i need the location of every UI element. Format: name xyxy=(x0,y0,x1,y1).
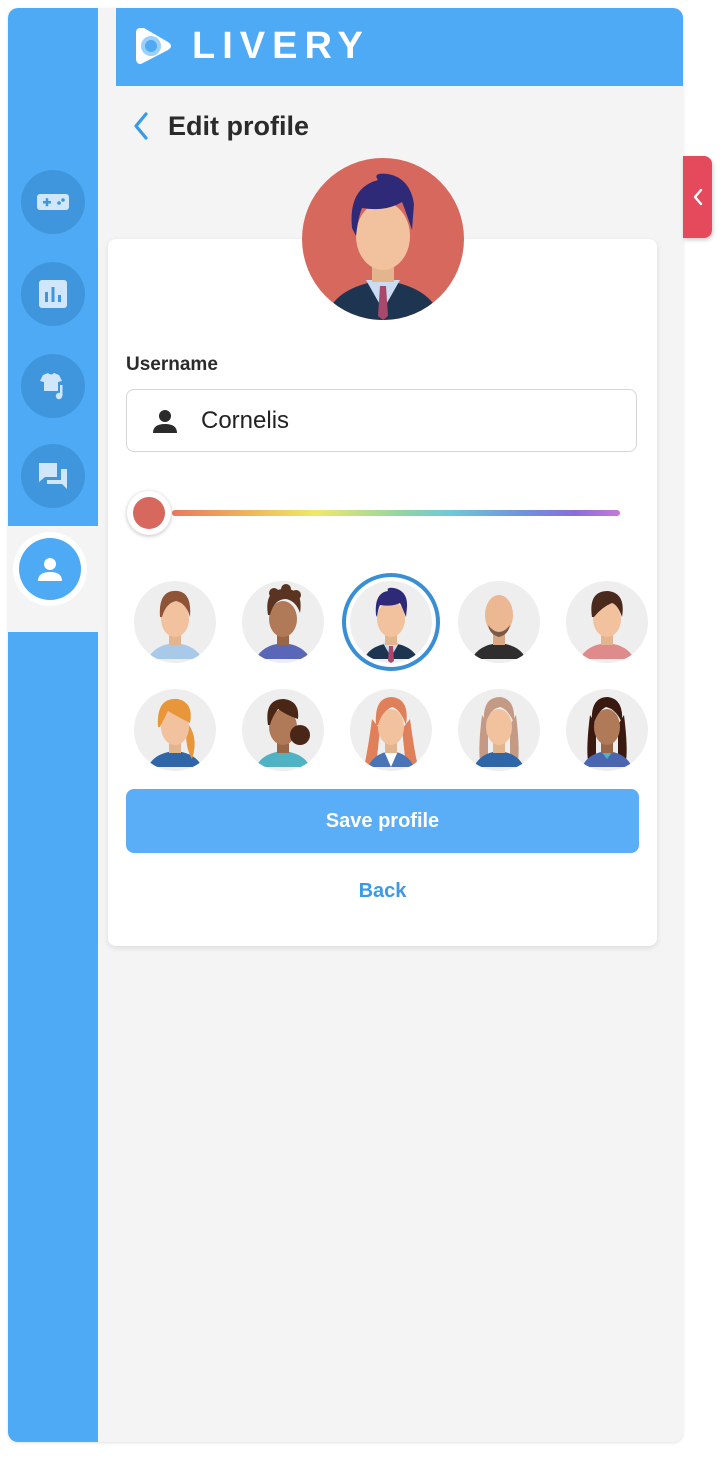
avatar-female-long-hair-icon xyxy=(474,697,524,767)
username-value: Cornelis xyxy=(201,406,290,434)
avatar-male-pink-shirt-icon xyxy=(580,591,634,659)
nav-profile-button[interactable] xyxy=(13,532,87,606)
username-input[interactable]: Cornelis xyxy=(126,389,637,452)
livery-logo-icon xyxy=(136,28,171,64)
person-icon xyxy=(151,407,179,435)
avatar-male-bald-beard-icon xyxy=(472,595,526,659)
avatar-option-7[interactable] xyxy=(242,689,324,771)
avatar-female-dark-hair-icon xyxy=(582,697,632,767)
color-slider-track[interactable] xyxy=(172,510,620,516)
avatar-option-3-selected[interactable] xyxy=(350,581,432,663)
nav-games-button[interactable] xyxy=(21,170,85,234)
avatar-option-10[interactable] xyxy=(566,689,648,771)
avatar-female-ginger-icon xyxy=(148,698,202,767)
avatar-option-4[interactable] xyxy=(458,581,540,663)
avatar-option-1[interactable] xyxy=(134,581,216,663)
nav-merchandise-button[interactable] xyxy=(21,354,85,418)
avatar-male-light-hair-icon xyxy=(148,590,202,659)
chevron-left-icon xyxy=(693,188,702,206)
avatar-option-9[interactable] xyxy=(458,689,540,771)
gamepad-icon xyxy=(37,194,69,210)
avatar-male-curly-hair-icon xyxy=(256,584,310,659)
selected-color-swatch xyxy=(133,497,165,529)
back-link[interactable]: Back xyxy=(126,880,639,903)
color-slider-thumb[interactable] xyxy=(127,491,171,535)
username-label: Username xyxy=(126,354,218,375)
app-header: LIVERY xyxy=(116,8,683,86)
avatar-option-5[interactable] xyxy=(566,581,648,663)
avatar-male-suit-icon xyxy=(330,173,436,320)
avatar-option-6[interactable] xyxy=(134,689,216,771)
current-avatar xyxy=(302,158,464,320)
avatar-male-suit-icon xyxy=(364,587,418,663)
collapse-panel-tab[interactable] xyxy=(683,156,712,238)
avatar-female-red-hair-icon xyxy=(364,697,418,767)
person-icon xyxy=(38,558,62,581)
livery-logo: LIVERY xyxy=(134,24,370,68)
nav-chat-button[interactable] xyxy=(21,444,85,508)
page-header: Edit profile xyxy=(126,106,309,146)
brand-name: LIVERY xyxy=(192,24,370,67)
back-chevron-button[interactable] xyxy=(126,106,156,146)
chat-bubbles-icon xyxy=(39,463,67,489)
avatar-option-2[interactable] xyxy=(242,581,324,663)
chevron-left-icon xyxy=(134,112,148,140)
avatar-female-bun-icon xyxy=(256,699,310,767)
page-title: Edit profile xyxy=(168,110,309,141)
shirt-music-icon xyxy=(40,373,63,400)
avatar-option-8[interactable] xyxy=(350,689,432,771)
bar-chart-icon xyxy=(39,280,67,308)
nav-leaderboard-button[interactable] xyxy=(21,262,85,326)
save-profile-button[interactable]: Save profile xyxy=(126,789,639,853)
